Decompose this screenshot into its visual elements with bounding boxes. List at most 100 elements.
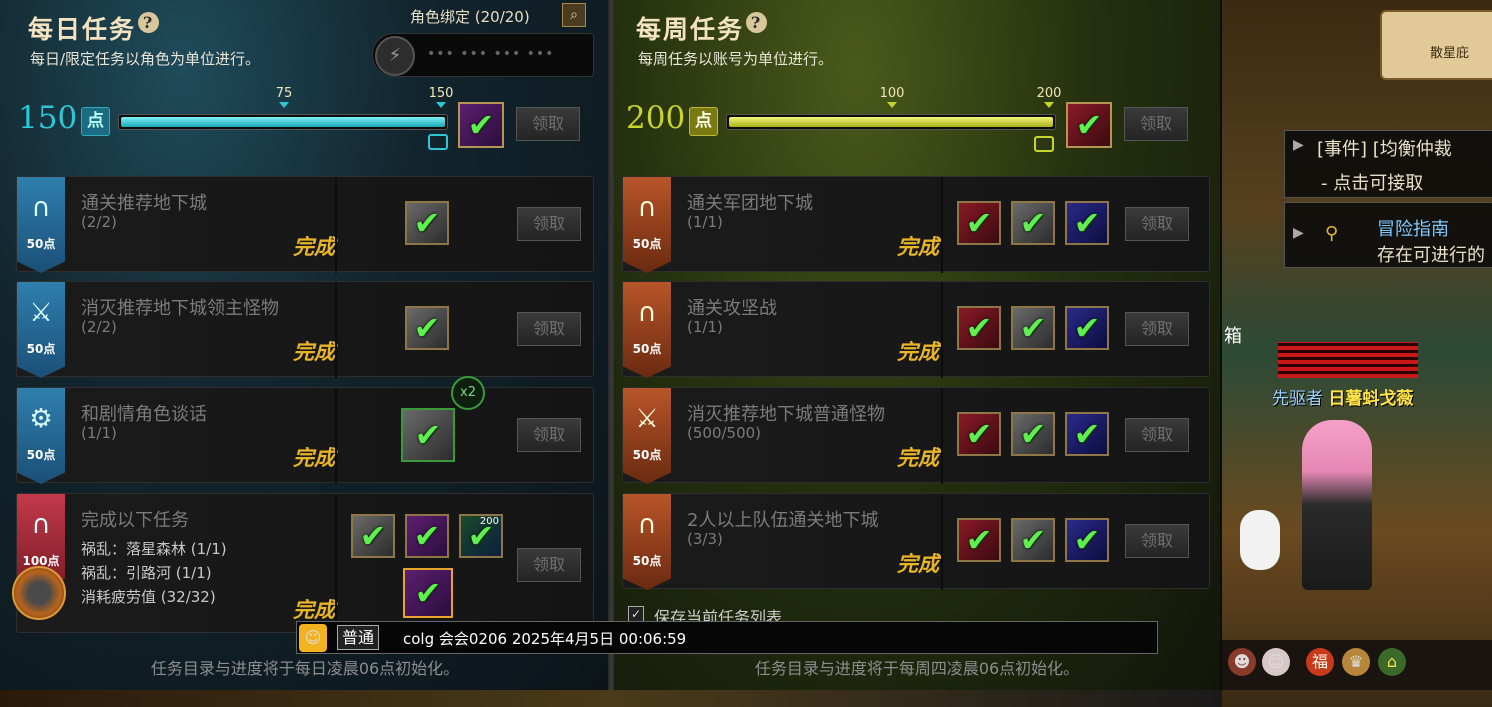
task-claim-button[interactable]: 领取 — [517, 207, 581, 241]
player-character[interactable] — [1302, 420, 1372, 590]
task-complete-label: 完成 — [293, 235, 335, 259]
divider — [335, 282, 337, 378]
task-ribbon: ⚔ 50点 — [17, 282, 65, 378]
checkmark-icon: ✔ — [359, 517, 387, 555]
reward-item-icon[interactable]: ✔ — [1065, 518, 1109, 562]
reward-item-icon[interactable]: ✔ — [1011, 412, 1055, 456]
daily-footer: 任务目录与进度将于每日凌晨06点初始化。 — [150, 659, 460, 678]
divider — [941, 177, 943, 273]
event-title: [事件] [均衡仲裁 — [1317, 139, 1452, 160]
search-icon[interactable]: ⌕ — [562, 3, 586, 27]
task-points: 50点 — [26, 237, 56, 251]
weekly-help-icon[interactable]: ? — [746, 12, 768, 33]
daily-task-row: ⚙ 50点 和剧情角色谈话 (1/1) 完成 ✔ x2 领取 — [16, 376, 594, 484]
event-subtitle: - 点击可接取 — [1321, 173, 1424, 194]
weekly-footer: 任务目录与进度将于每周四凌晨06点初始化。 — [754, 659, 1080, 678]
reward-item-icon[interactable]: ✔ — [957, 518, 1001, 562]
checkmark-icon: ✔ — [1019, 521, 1047, 559]
checkmark-icon: ✔ — [414, 574, 442, 612]
reward-item-icon[interactable]: ✔ — [1011, 518, 1055, 562]
expand-arrow-icon[interactable]: ▶ — [1293, 137, 1304, 153]
checkmark-icon: ✔ — [965, 521, 993, 559]
reward-item-icon[interactable]: ✔ — [351, 514, 395, 558]
fortune-icon[interactable]: 福 — [1306, 648, 1334, 676]
chat-message-text[interactable]: colg 会会0206 2025年4月5日 00:06:59 — [403, 628, 686, 649]
game-world-view: 散星庇 ▶ [事件] [均衡仲裁 - 点击可接取 ▶ ⚲ 冒险指南 存在可进行的… — [1222, 0, 1492, 707]
task-claim-button[interactable]: 领取 — [1125, 418, 1189, 452]
daily-task-row: ⚔ 50点 消灭推荐地下城领主怪物 (2/2) 完成 ✔ 领取 — [16, 281, 594, 378]
pet-sprite[interactable] — [1240, 510, 1280, 570]
task-claim-button[interactable]: 领取 — [517, 312, 581, 346]
reward-item-icon[interactable]: ✔ — [957, 201, 1001, 245]
character-nameplate[interactable]: 先驱者 日薯蚪戈薇 — [1272, 384, 1413, 409]
reward-item-icon[interactable]: ✔ — [957, 412, 1001, 456]
subtask-line: 祸乱：落星森林 (1/1) — [81, 540, 227, 558]
multiplier-badge: x2 — [451, 376, 485, 410]
chest-icon — [1034, 136, 1054, 152]
emoji-icon[interactable]: ☺ — [299, 624, 327, 652]
weekly-points-badge: 点 — [689, 107, 718, 136]
task-ribbon: ∩ 50点 — [623, 494, 671, 590]
daily-claim-button[interactable]: 领取 — [516, 107, 580, 141]
weekly-reward-icon[interactable]: ✔ — [1066, 102, 1112, 148]
task-claim-button[interactable]: 领取 — [517, 548, 581, 582]
reward-item-icon[interactable]: ✔ — [1011, 306, 1055, 350]
daily-progress-bar — [118, 114, 448, 130]
reward-item-icon[interactable]: ✔ — [957, 306, 1001, 350]
reward-item-icon[interactable]: ✔ — [401, 408, 455, 462]
reward-item-icon[interactable]: ✔ 200 — [459, 514, 503, 558]
reward-item-icon[interactable]: ✔ — [405, 201, 449, 245]
chat-channel-selector[interactable]: 普通 — [337, 625, 380, 650]
bottom-skill-bar — [0, 690, 1222, 707]
task-claim-button[interactable]: 领取 — [1125, 312, 1189, 346]
daily-progress-fill — [121, 117, 445, 127]
crown-icon[interactable]: ♛ — [1342, 648, 1370, 676]
checkmark-icon: ✔ — [1019, 309, 1047, 347]
subtask-line: 祸乱：引路河 (1/1) — [81, 564, 212, 582]
menu-icon-2[interactable]: ☺ — [1262, 648, 1290, 676]
task-progress: (1/1) — [687, 213, 723, 231]
side-char: 箱 — [1224, 326, 1242, 347]
task-ribbon: ∩ 50点 — [17, 177, 65, 273]
expand-arrow-icon[interactable]: ▶ — [1293, 225, 1304, 241]
keep-list-checkbox[interactable]: ✓ — [628, 606, 644, 622]
reward-item-icon[interactable]: ✔ — [1065, 201, 1109, 245]
daily-points-badge: 点 — [81, 107, 110, 136]
task-claim-button[interactable]: 领取 — [1125, 207, 1189, 241]
divider — [941, 388, 943, 484]
reward-item-icon[interactable]: ✔ — [403, 568, 453, 618]
task-name: 消灭推荐地下城领主怪物 — [81, 298, 279, 319]
task-name: 消灭推荐地下城普通怪物 — [687, 404, 885, 425]
task-claim-button[interactable]: 领取 — [1125, 524, 1189, 558]
reward-item-icon[interactable]: ✔ — [1011, 201, 1055, 245]
reward-item-icon[interactable]: ✔ — [1065, 412, 1109, 456]
task-complete-label: 完成 — [897, 235, 939, 259]
daily-reward-icon[interactable]: ✔ — [458, 102, 504, 148]
scroll-text: 散星庇 — [1430, 46, 1470, 61]
task-claim-button[interactable]: 领取 — [517, 418, 581, 452]
reward-item-icon[interactable]: ✔ — [405, 306, 449, 350]
charge-slots: ••• ••• ••• ••• — [427, 46, 555, 62]
weekly-tick-2: 200 — [1036, 86, 1062, 101]
checkmark-icon: ✔ — [1073, 309, 1101, 347]
weekly-claim-button[interactable]: 领取 — [1124, 107, 1188, 141]
task-complete-label: 完成 — [897, 340, 939, 364]
name-prefix: 先驱者 — [1272, 389, 1323, 409]
adventure-guide-notice[interactable]: ▶ ⚲ 冒险指南 存在可进行的 — [1284, 202, 1492, 268]
chat-input-bar[interactable]: ☺ 普通 colg 会会0206 2025年4月5日 00:06:59 — [296, 621, 1158, 654]
daily-quest-panel: 每日任务? 每日/限定任务以角色为单位进行。 角色绑定 (20/20) ⌕ ⚡ … — [0, 0, 610, 690]
reward-item-icon[interactable]: ✔ — [1065, 306, 1109, 350]
weekly-progress-fill — [729, 117, 1053, 127]
reward-item-icon[interactable]: ✔ — [405, 514, 449, 558]
event-notice[interactable]: ▶ [事件] [均衡仲裁 - 点击可接取 — [1284, 130, 1492, 198]
sword-icon: ⚔ — [29, 298, 53, 328]
task-complete-label: 完成 — [897, 552, 939, 576]
menu-icon-1[interactable]: ☻ — [1228, 648, 1256, 676]
gate-icon: ∩ — [637, 193, 657, 223]
task-name: 2人以上队伍通关地下城 — [687, 510, 879, 531]
daily-help-icon[interactable]: ? — [138, 12, 160, 33]
task-complete-label: 完成 — [293, 598, 335, 622]
task-points: 50点 — [632, 554, 662, 568]
task-progress: (500/500) — [687, 424, 762, 442]
home-icon[interactable]: ⌂ — [1378, 648, 1406, 676]
